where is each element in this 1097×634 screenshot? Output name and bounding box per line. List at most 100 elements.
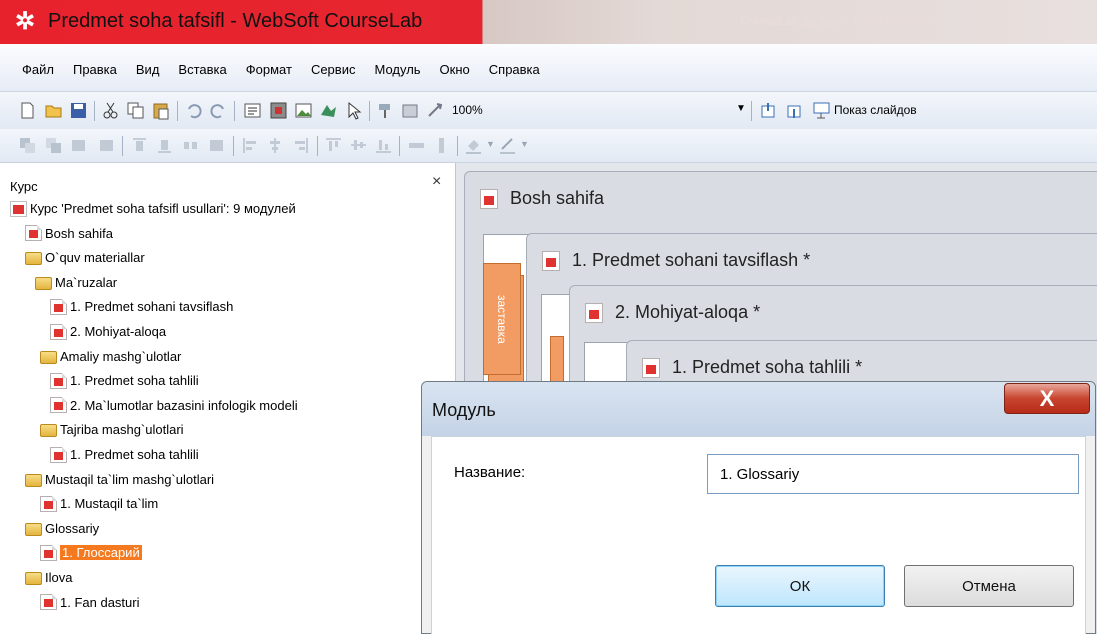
- folder-icon: [25, 522, 42, 536]
- send-to-back-icon[interactable]: [44, 136, 63, 155]
- menu-edit[interactable]: Правка: [73, 62, 117, 77]
- tree-page[interactable]: 1. Predmet soha tahlili: [50, 445, 199, 464]
- insert-media-icon[interactable]: [319, 101, 338, 120]
- tree-folder[interactable]: Amaliy mashg`ulotlar: [40, 347, 181, 366]
- bring-to-front-icon[interactable]: [18, 136, 37, 155]
- page-icon: [40, 544, 57, 561]
- align-baseline-icon[interactable]: [374, 136, 393, 155]
- export-icon[interactable]: [759, 101, 778, 120]
- distribute-vertical-icon[interactable]: [207, 136, 226, 155]
- tree-page[interactable]: 1. Predmet soha tahlili: [50, 371, 199, 390]
- tree-page[interactable]: Bosh sahifa: [25, 224, 113, 243]
- align-right-icon[interactable]: [291, 136, 310, 155]
- ok-button[interactable]: ОК: [715, 565, 885, 607]
- align-left-icon[interactable]: [241, 136, 260, 155]
- page-icon: [25, 225, 42, 242]
- folder-icon: [25, 252, 42, 266]
- save-icon[interactable]: [69, 101, 88, 120]
- new-file-icon[interactable]: [18, 101, 37, 120]
- zoom-dropdown-icon[interactable]: ▼: [736, 103, 746, 114]
- dialog-body: Название: ОК Отмена: [431, 436, 1086, 634]
- tree-page[interactable]: 2. Mohiyat-aloqa: [50, 322, 166, 341]
- tree-page[interactable]: 1. Fan dasturi: [40, 593, 140, 612]
- insert-image-icon[interactable]: [294, 101, 313, 120]
- tree-item-label: 1. Mustaqil ta`lim: [60, 496, 159, 512]
- tree-item-label: 1. Predmet soha tahlili: [70, 373, 199, 389]
- tree-page[interactable]: 1. Predmet sohani tavsiflash: [50, 297, 233, 316]
- menu-bar: Файл Правка Вид Вставка Формат Сервис Мо…: [0, 44, 1097, 92]
- align-center-icon[interactable]: [266, 136, 285, 155]
- center-vertical-icon[interactable]: [349, 136, 368, 155]
- fill-color-dropdown-icon[interactable]: ▼: [486, 139, 495, 149]
- align-top-icon[interactable]: [130, 136, 149, 155]
- tree-item-label: 2. Mohiyat-aloqa: [70, 324, 167, 339]
- cancel-button[interactable]: Отмена: [904, 565, 1074, 607]
- page-icon: [10, 200, 27, 217]
- open-folder-icon[interactable]: [44, 101, 63, 120]
- tree-folder[interactable]: Glossariy: [25, 519, 99, 538]
- bring-forward-icon[interactable]: [70, 136, 89, 155]
- tree-page[interactable]: 2. Ma`lumotlar bazasini infologik modeli: [50, 396, 298, 415]
- cut-icon[interactable]: [101, 101, 120, 120]
- tree-item-label: 1. Predmet soha tahlili: [70, 447, 199, 462]
- tree-item-label: Курс 'Predmet soha tafsifl usullari': 9 …: [30, 201, 296, 216]
- alignment-toolbar: ▼ ▼: [0, 129, 1097, 163]
- redo-icon[interactable]: [209, 101, 228, 120]
- tree-item-label: Bosh sahifa: [45, 225, 113, 241]
- page-icon: [50, 397, 67, 414]
- menu-help[interactable]: Справка: [489, 62, 540, 77]
- insert-object-icon[interactable]: [269, 101, 288, 120]
- standard-toolbar: 100% ▼ Показ слайдов: [0, 92, 1097, 129]
- tree-page[interactable]: 1. Глоссарий: [40, 543, 142, 562]
- fill-color-icon[interactable]: [464, 136, 483, 155]
- align-bottom-icon[interactable]: [155, 136, 174, 155]
- format-painter-icon[interactable]: [376, 101, 395, 120]
- tree-folder[interactable]: Ma`ruzalar: [35, 273, 117, 292]
- mdi-window-title: 2. Mohiyat-aloqa *: [615, 302, 761, 322]
- folder-icon: [35, 276, 52, 290]
- same-height-icon[interactable]: [432, 136, 451, 155]
- tree-folder[interactable]: Tajriba mashg`ulotlari: [40, 420, 184, 439]
- title-bar: ✲ Predmet soha tafsifl - WebSoft CourseL…: [0, 0, 1097, 44]
- line-color-dropdown-icon[interactable]: ▼: [520, 139, 529, 149]
- properties-icon[interactable]: [401, 101, 420, 120]
- app-icon: ✲: [14, 8, 36, 35]
- dialog-caption: [422, 382, 1095, 436]
- same-width-icon[interactable]: [407, 136, 426, 155]
- slideshow-icon[interactable]: [812, 101, 831, 120]
- tree-page[interactable]: 1. Mustaqil ta`lim: [40, 494, 158, 513]
- menu-file[interactable]: Файл: [22, 62, 54, 77]
- menu-module[interactable]: Модуль: [374, 62, 420, 77]
- page-icon: [50, 323, 67, 340]
- name-field-label: Название:: [454, 464, 526, 481]
- tree-folder[interactable]: O`quv materiallar: [25, 248, 145, 267]
- distribute-horizontal-icon[interactable]: [181, 136, 200, 155]
- copy-icon[interactable]: [126, 101, 145, 120]
- effects-icon[interactable]: [426, 101, 445, 120]
- send-backward-icon[interactable]: [96, 136, 115, 155]
- tree-folder[interactable]: Ilova: [25, 568, 72, 587]
- slideshow-button[interactable]: Показ слайдов: [834, 103, 917, 117]
- insert-textbox-icon[interactable]: [243, 101, 262, 120]
- page-icon: [40, 495, 57, 512]
- toolbar-separator: [369, 101, 370, 121]
- menu-insert[interactable]: Вставка: [178, 62, 226, 77]
- close-dialog-button[interactable]: X: [1004, 383, 1090, 414]
- tree-root[interactable]: Курс 'Predmet soha tafsifl usullari': 9 …: [10, 199, 296, 218]
- paste-icon[interactable]: [151, 101, 170, 120]
- align-middle-icon[interactable]: [324, 136, 343, 155]
- name-field[interactable]: [707, 454, 1079, 494]
- page-icon: [542, 250, 560, 271]
- menu-service[interactable]: Сервис: [311, 62, 356, 77]
- undo-icon[interactable]: [184, 101, 203, 120]
- line-color-icon[interactable]: [498, 136, 517, 155]
- menu-window[interactable]: Окно: [440, 62, 470, 77]
- menu-view[interactable]: Вид: [136, 62, 160, 77]
- zoom-value[interactable]: 100%: [452, 103, 483, 117]
- menu-format[interactable]: Формат: [246, 62, 292, 77]
- tree-folder[interactable]: Mustaqil ta`lim mashg`ulotlari: [25, 470, 214, 489]
- pointer-icon[interactable]: [344, 101, 363, 120]
- folder-icon: [40, 424, 57, 438]
- publish-icon[interactable]: [785, 101, 804, 120]
- close-panel-icon[interactable]: ×: [432, 173, 441, 191]
